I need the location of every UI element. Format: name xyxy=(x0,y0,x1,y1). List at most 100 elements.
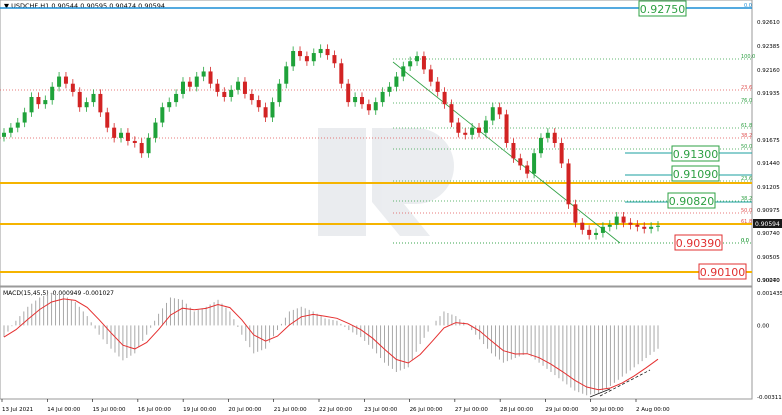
time-tick-label: 21 Jul 00:00 xyxy=(274,407,307,413)
candle-body xyxy=(490,107,495,121)
price-tick-label: 0.91935 xyxy=(757,91,780,97)
price-tick-label: 0.91440 xyxy=(757,161,780,167)
candle-body xyxy=(387,86,392,92)
svg-text:0.92750: 0.92750 xyxy=(640,3,686,16)
candle-body xyxy=(236,81,241,90)
candle-body xyxy=(442,91,447,105)
price-tick-label: 0.92160 xyxy=(757,68,780,74)
candle-body xyxy=(98,93,103,113)
candle-body xyxy=(70,83,75,92)
candle-body xyxy=(229,89,234,97)
target-box-4: 0.90390 xyxy=(674,234,723,251)
price-tick-label: 0.91205 xyxy=(757,185,780,191)
time-tick-label: 27 Jul 00:00 xyxy=(455,407,488,413)
candle-body xyxy=(174,93,179,103)
candle-body xyxy=(456,122,461,133)
candle-body xyxy=(511,142,516,159)
candle-body xyxy=(242,81,247,94)
candle-body xyxy=(304,56,309,62)
candle-body xyxy=(518,158,523,166)
candle-body xyxy=(63,76,68,84)
fib-level-label: 100.0 xyxy=(741,54,755,60)
candle-body xyxy=(580,222,585,230)
candle-body xyxy=(132,140,137,143)
fib-level-label: 38.2 xyxy=(741,133,752,139)
time-tick-label: 26 Jul 00:00 xyxy=(410,407,443,413)
price-tick-label: 0.90040 xyxy=(757,278,780,284)
time-tick-label: 14 Jul 00:00 xyxy=(47,407,80,413)
candle-body xyxy=(249,93,254,101)
time-tick-label: 22 Jul 00:00 xyxy=(319,407,352,413)
candle-body xyxy=(263,107,268,118)
candle-body xyxy=(167,102,172,108)
candle-body xyxy=(15,122,20,128)
candle-body xyxy=(201,71,206,77)
candle-body xyxy=(91,93,96,103)
svg-text:0.90820: 0.90820 xyxy=(669,195,715,208)
blue-level-small-label: 0.0 xyxy=(744,3,752,9)
macd-tick-label: 0.001435 xyxy=(757,291,782,297)
candle-body xyxy=(160,107,165,123)
candle-body xyxy=(339,63,344,84)
time-tick-label: 13 Jul 2021 xyxy=(2,407,33,413)
candle-body xyxy=(401,66,406,77)
candle-body xyxy=(545,132,550,138)
macd-tick-label: 0.00 xyxy=(757,323,770,329)
candle-body xyxy=(187,81,192,87)
price-tick-label: 0.90505 xyxy=(757,255,780,261)
dropdown-triangle-icon[interactable]: ▼ xyxy=(4,2,11,10)
candle-body xyxy=(359,97,364,105)
candle-body xyxy=(559,142,564,164)
candle-body xyxy=(552,132,557,143)
candle-body xyxy=(146,137,151,154)
candle-body xyxy=(270,102,275,118)
time-axis: 13 Jul 2021 14 Jul 00:00 15 Jul 00:00 16 Ju… xyxy=(1,399,670,413)
candle-body xyxy=(449,104,454,123)
candle-body xyxy=(353,97,358,103)
candle-body xyxy=(215,83,220,92)
candle-body xyxy=(525,165,530,174)
price-tick-label: 0.90740 xyxy=(757,231,780,237)
candle-body xyxy=(380,91,385,103)
candle-body xyxy=(139,142,144,154)
candle-body xyxy=(587,229,592,235)
candle-body xyxy=(483,120,488,133)
fib-level-label: 38.2 xyxy=(741,196,752,202)
candle-body xyxy=(408,61,413,67)
svg-text:0.91300: 0.91300 xyxy=(673,148,719,161)
chart-title: ▼ USDCHF,H1 0.90544 0.90595 0.90474 0.90… xyxy=(4,2,165,10)
time-tick-label: 30 Jul 00:00 xyxy=(591,407,624,413)
candle-body xyxy=(600,226,605,233)
candle-body xyxy=(222,91,227,97)
svg-text:0.90390: 0.90390 xyxy=(676,237,722,250)
macd-pane xyxy=(0,286,753,400)
candle-body xyxy=(421,56,426,70)
candle-body xyxy=(463,132,468,135)
svg-text:0.90594: 0.90594 xyxy=(755,221,780,228)
candle-body xyxy=(621,216,626,223)
svg-text:0.90100: 0.90100 xyxy=(700,266,746,279)
candle-body xyxy=(366,104,371,111)
price-axis: 0.92610 0.92385 0.92160 0.91935 0.91675 0.914… xyxy=(757,20,780,284)
candle-body xyxy=(566,163,571,205)
trading-chart: ▼ USDCHF,H1 0.90544 0.90595 0.90474 0.90… xyxy=(0,0,782,413)
candle-body xyxy=(594,232,599,235)
candle-body xyxy=(57,76,62,87)
candle-body xyxy=(649,226,654,229)
candle-body xyxy=(105,112,110,128)
candle-body xyxy=(656,225,660,227)
price-tick-label: 0.90975 xyxy=(757,208,780,214)
candle-body xyxy=(22,112,27,123)
time-tick-label: 29 Jul 00:00 xyxy=(545,407,578,413)
candle-body xyxy=(477,127,482,133)
candle-body xyxy=(635,224,640,227)
candle-body xyxy=(428,69,433,82)
time-tick-label: 15 Jul 00:00 xyxy=(93,407,126,413)
fib-level-label: 0.0 xyxy=(741,238,749,244)
candle-body xyxy=(119,132,124,138)
top-price-box: 0.92750 xyxy=(638,0,687,17)
candle-body xyxy=(470,127,475,135)
candle-body xyxy=(346,83,351,103)
candle-body xyxy=(497,107,502,115)
candle-body xyxy=(125,132,130,141)
